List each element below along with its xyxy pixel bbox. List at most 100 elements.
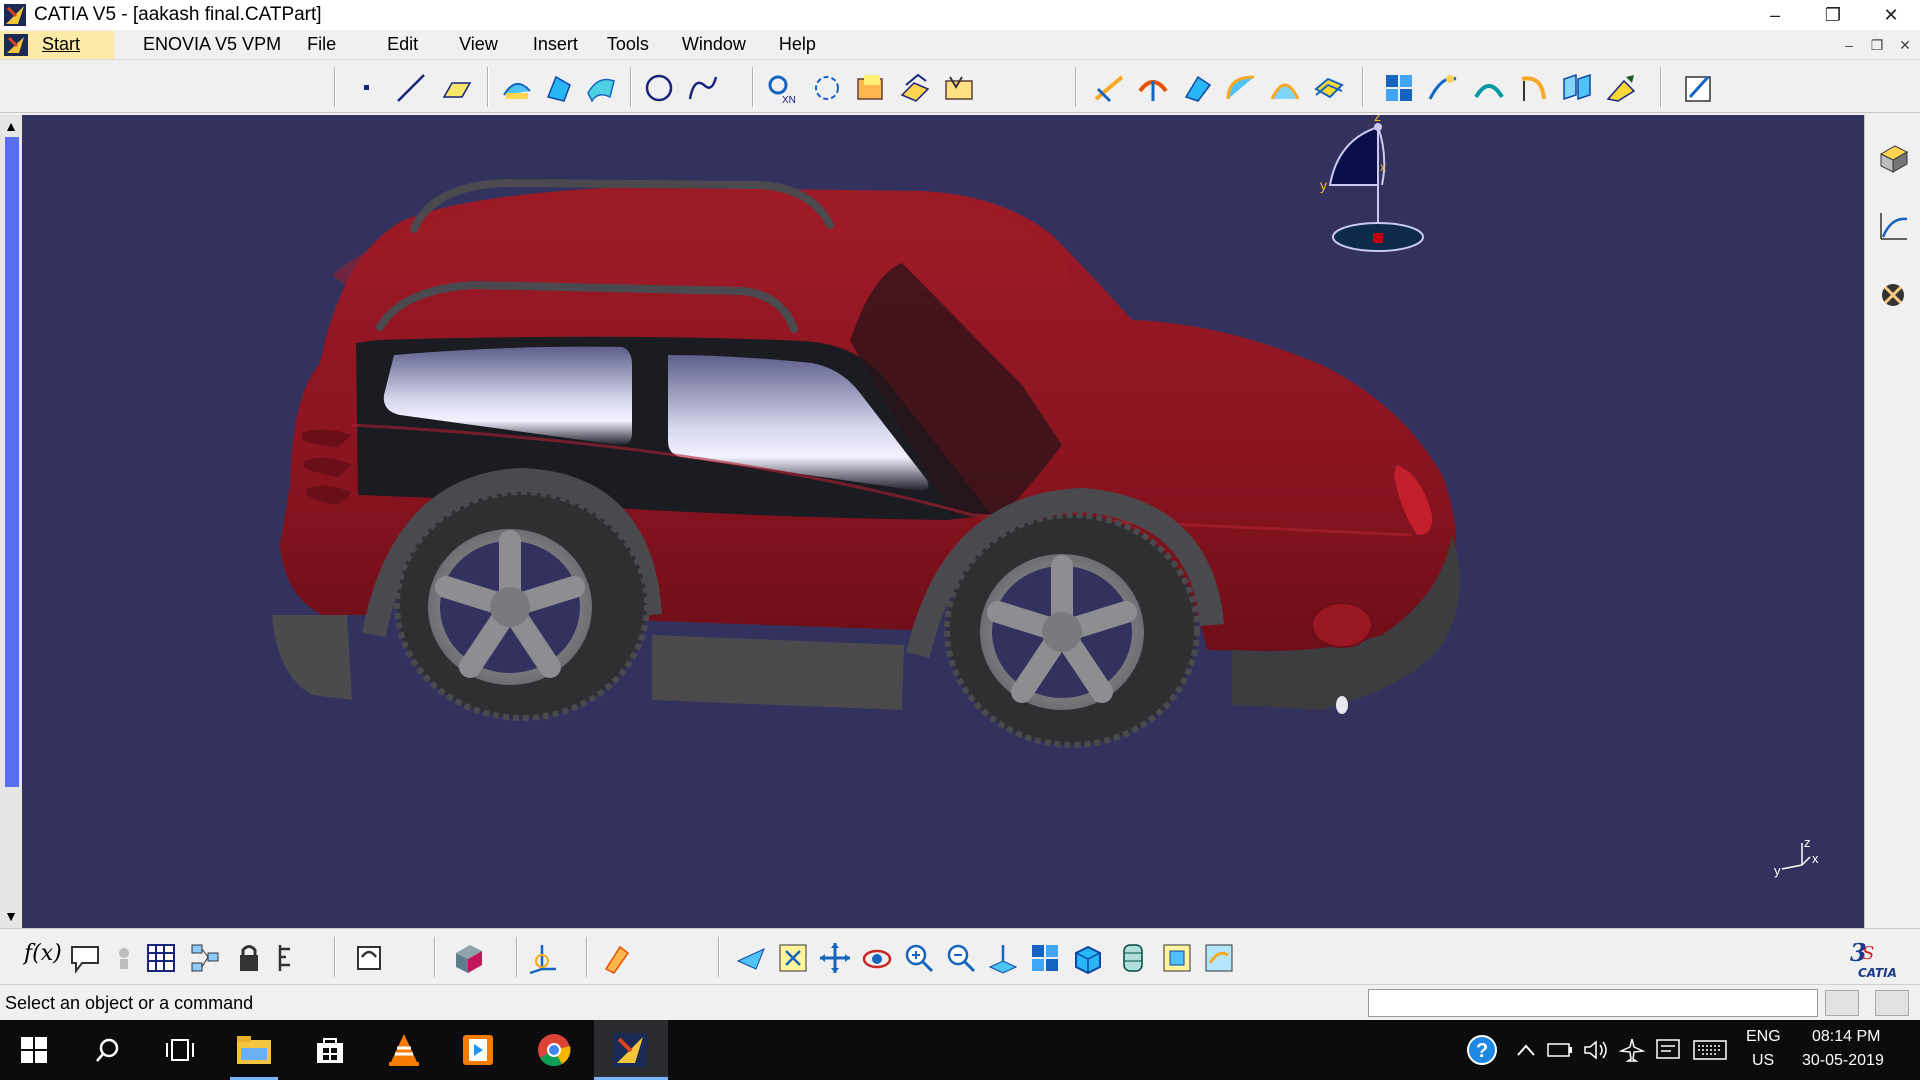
file-explorer-icon[interactable]: [234, 1030, 274, 1070]
law-icon[interactable]: [274, 941, 308, 975]
language-region[interactable]: US: [1752, 1052, 1774, 1070]
catia-taskbar-icon[interactable]: [610, 1030, 650, 1070]
top-toolbar: XN: [0, 61, 1920, 113]
keyboard-icon[interactable]: [1690, 1030, 1730, 1070]
scroll-down-arrow-icon[interactable]: ▼: [2, 907, 20, 925]
swap-space-icon[interactable]: [1202, 941, 1236, 975]
curve-icon[interactable]: [1877, 209, 1911, 243]
plane-icon[interactable]: [440, 71, 474, 105]
body-icon[interactable]: [452, 941, 486, 975]
part-design-icon[interactable]: [1877, 140, 1911, 174]
minimize-button[interactable]: –: [1746, 0, 1804, 30]
vertical-scrollbar[interactable]: ▲ ▼: [0, 115, 22, 928]
toolbar-separator: [752, 67, 754, 107]
battery-icon[interactable]: [1540, 1030, 1580, 1070]
rotate-icon[interactable]: [860, 941, 894, 975]
zoom-out-icon[interactable]: [944, 941, 978, 975]
menu-insert[interactable]: Insert: [511, 31, 591, 59]
volume-icon[interactable]: [1576, 1030, 1616, 1070]
zoom-in-icon[interactable]: [902, 941, 936, 975]
hide-show-icon[interactable]: [1160, 941, 1194, 975]
shell-icon[interactable]: [1268, 71, 1302, 105]
fly-mode-icon[interactable]: [734, 941, 768, 975]
circle-icon[interactable]: [642, 71, 676, 105]
media-player-icon[interactable]: [458, 1030, 498, 1070]
split-icon[interactable]: [1092, 71, 1126, 105]
lock-icon[interactable]: [232, 941, 266, 975]
menu-file[interactable]: File: [294, 31, 349, 59]
compass-widget[interactable]: z y x: [1318, 115, 1438, 255]
toolbar-separator: [334, 67, 336, 107]
extrude-surface-icon[interactable]: [500, 71, 534, 105]
menu-window[interactable]: Window: [662, 31, 759, 59]
3d-viewport[interactable]: z y x z y x: [22, 115, 1864, 928]
sweep-surface-icon[interactable]: [584, 71, 618, 105]
shading-icon[interactable]: [1116, 941, 1150, 975]
multi-view-icon[interactable]: [1382, 71, 1416, 105]
trim-icon[interactable]: [1136, 71, 1170, 105]
clock-time[interactable]: 08:14 PM: [1812, 1028, 1880, 1046]
parent-children-icon[interactable]: [188, 941, 222, 975]
transform-icon[interactable]: [1560, 71, 1594, 105]
scrollbar-thumb[interactable]: [5, 137, 19, 787]
start-menu[interactable]: Start: [0, 30, 115, 59]
search-icon[interactable]: [88, 1030, 128, 1070]
normal-view-icon[interactable]: [986, 941, 1020, 975]
stop-command-button[interactable]: [1875, 990, 1909, 1016]
help-icon[interactable]: ?: [1462, 1030, 1502, 1070]
boundary-icon[interactable]: [1516, 71, 1550, 105]
formula-button[interactable]: f(x): [24, 941, 64, 973]
fit-all-icon[interactable]: [776, 941, 810, 975]
spline-icon[interactable]: [686, 71, 720, 105]
clock-date[interactable]: 30-05-2019: [1802, 1052, 1884, 1070]
doc-close-button[interactable]: ✕: [1894, 34, 1916, 56]
command-input[interactable]: [1368, 989, 1818, 1017]
doc-minimize-button[interactable]: –: [1838, 34, 1860, 56]
line-icon[interactable]: [394, 71, 428, 105]
store-icon[interactable]: [310, 1030, 350, 1070]
update-icon[interactable]: [352, 941, 386, 975]
menu-enovia[interactable]: ENOVIA V5 VPM: [130, 31, 294, 59]
vlc-icon[interactable]: [384, 1030, 424, 1070]
iso-view-icon[interactable]: [1070, 941, 1104, 975]
revolve-surface-icon[interactable]: [542, 71, 576, 105]
multi-view-icon[interactable]: [1028, 941, 1062, 975]
menu-view[interactable]: View: [431, 31, 511, 59]
render-icon[interactable]: [1877, 277, 1911, 311]
car-model[interactable]: [22, 115, 1864, 928]
chrome-icon[interactable]: [534, 1030, 574, 1070]
sketcher-icon[interactable]: [1682, 71, 1716, 105]
point-icon[interactable]: [350, 71, 384, 105]
catalog-icon[interactable]: [942, 71, 976, 105]
thickness-icon[interactable]: [1312, 71, 1346, 105]
curve-analysis-icon[interactable]: [1426, 71, 1460, 105]
notification-icon[interactable]: [1648, 1030, 1688, 1070]
scroll-up-arrow-icon[interactable]: ▲: [2, 117, 20, 135]
menu-edit[interactable]: Edit: [349, 31, 431, 59]
windows-start-icon[interactable]: [14, 1030, 54, 1070]
close-button[interactable]: ✕: [1862, 0, 1920, 30]
comment-icon[interactable]: [68, 941, 102, 975]
powercopy-icon[interactable]: [854, 71, 888, 105]
design-table-icon[interactable]: [144, 941, 178, 975]
user-feature-icon[interactable]: [898, 71, 932, 105]
repetition-icon[interactable]: XN: [764, 71, 798, 105]
task-view-icon[interactable]: [160, 1030, 200, 1070]
fillet-icon[interactable]: [1224, 71, 1258, 105]
toolbar-separator: [487, 67, 489, 107]
circular-pattern-icon[interactable]: [810, 71, 844, 105]
axis-system-icon[interactable]: [526, 941, 560, 975]
join-icon[interactable]: [1180, 71, 1214, 105]
language-code[interactable]: ENG: [1746, 1028, 1781, 1046]
extrapolate-icon[interactable]: [1604, 71, 1638, 105]
doc-restore-button[interactable]: ❐: [1866, 34, 1888, 56]
menu-tools[interactable]: Tools: [591, 31, 662, 59]
pan-icon[interactable]: [818, 941, 852, 975]
extract-icon[interactable]: [1472, 71, 1506, 105]
apply-material-icon[interactable]: [600, 941, 634, 975]
maximize-button[interactable]: ❐: [1804, 0, 1862, 30]
knowledge-icon[interactable]: [108, 941, 142, 975]
menu-help[interactable]: Help: [759, 31, 829, 59]
command-list-button[interactable]: [1825, 990, 1859, 1016]
airplane-mode-icon[interactable]: [1612, 1030, 1652, 1070]
